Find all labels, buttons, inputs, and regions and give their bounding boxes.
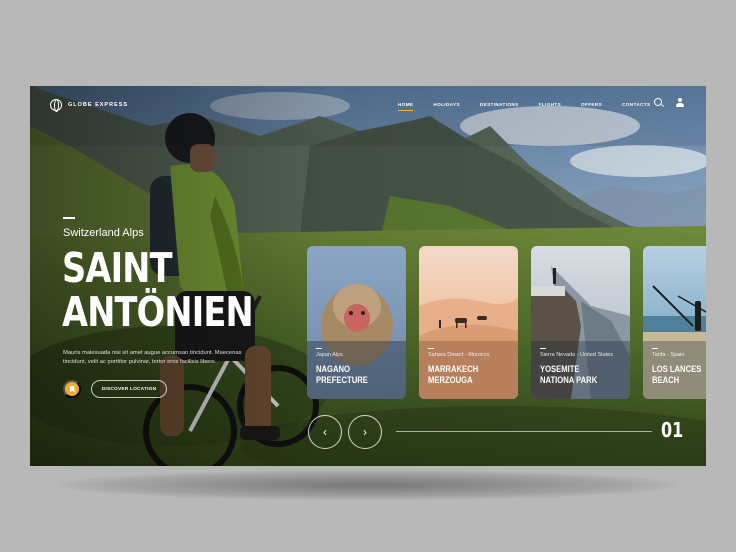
globe-icon [50,99,62,112]
chevron-right-icon: › [363,425,367,439]
next-slide-button[interactable]: › [348,415,382,449]
subtitle-dash [63,217,75,219]
card-title: MARRAKECH MERZOUGA [428,364,479,385]
card-subtitle: Sierra Nevada - United States [540,352,614,358]
nav-item-contacts[interactable]: CONTACTS [622,102,650,107]
card-dash [316,348,322,349]
card-dash [540,348,546,349]
hero-shadow [60,470,676,500]
top-navigation: GLOBE EXPRESS HOME HOLIDAYS DESTINATIONS… [30,86,706,124]
nav-item-offers[interactable]: OFFERS [581,102,602,107]
card-subtitle: Tarifa - Spain [652,352,685,358]
chevron-left-icon: ‹ [323,425,327,439]
card-title: LOS LANCES BEACH [652,364,702,385]
nav-item-home[interactable]: HOME [398,102,414,111]
title-line-1: SAINT [62,244,173,292]
prev-slide-button[interactable]: ‹ [308,415,342,449]
nav-item-flights[interactable]: FLIGHTS [539,102,561,107]
card-title: NAGANO PREFECTURE [316,364,368,385]
location-subtitle: Switzerland Alps [63,227,144,239]
search-icon[interactable] [654,98,662,106]
logo-text: GLOBE EXPRESS [68,102,129,108]
destination-card-yosemite[interactable]: Sierra Nevada - United States YOSEMITE N… [531,246,630,399]
card-dash [652,348,658,349]
card-subtitle: Japan Alps [316,352,343,358]
destination-card-merzouga[interactable]: Sahara Desert - Morocco MARRAKECH MERZOU… [419,246,518,399]
page-background: GLOBE EXPRESS HOME HOLIDAYS DESTINATIONS… [0,0,736,552]
title-line-2: ANTÖNIEN [62,288,254,336]
logo[interactable]: GLOBE EXPRESS [50,99,129,112]
slide-progress-line [396,431,652,432]
nav-icons [654,98,684,107]
user-icon[interactable] [676,98,684,107]
card-subtitle: Sahara Desert - Morocco [428,352,490,358]
nav-item-destinations[interactable]: DESTINATIONS [480,102,519,107]
main-menu: HOME HOLIDAYS DESTINATIONS FLIGHTS OFFER… [398,102,670,111]
hero-banner: GLOBE EXPRESS HOME HOLIDAYS DESTINATIONS… [30,86,706,466]
location-description: Mauris malesuada nisi sit amet augue acc… [63,350,242,365]
bookmark-button[interactable] [63,380,81,398]
destination-card-nagano[interactable]: Japan Alps NAGANO PREFECTURE [307,246,406,399]
card-title: YOSEMITE NATIONA PARK [540,364,598,385]
slide-counter: 01 [661,418,684,442]
location-title: SAINT ANTÖNIEN [62,244,254,336]
nav-item-holidays[interactable]: HOLIDAYS [433,102,460,107]
destination-card-los-lances[interactable]: Tarifa - Spain LOS LANCES BEACH [643,246,706,399]
bookmark-icon [69,385,75,393]
card-dash [428,348,434,349]
discover-location-button[interactable]: DISCOVER LOCATION [91,380,167,398]
